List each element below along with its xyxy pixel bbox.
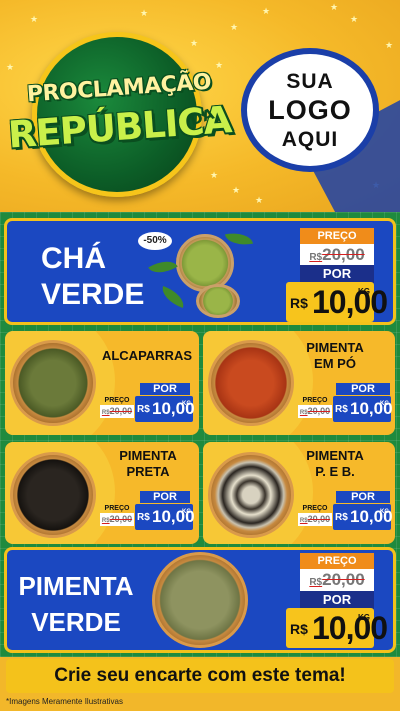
star-icon: ★ <box>230 22 239 32</box>
star-icon: ★ <box>255 195 264 205</box>
new-price: R$ 10,00 KG <box>286 608 388 648</box>
new-price: R$ 10,00 KG <box>333 396 393 422</box>
discount-badge: -50% <box>138 232 172 250</box>
product-name: PIMENTA EM PÓ <box>306 340 364 371</box>
product-name-line2: VERDE <box>31 607 121 637</box>
product-name-line2: VERDE <box>41 278 145 311</box>
old-price-value: 20,00 <box>307 514 331 524</box>
star-icon: ★ <box>210 170 219 180</box>
old-price: R$20,00 <box>300 569 374 591</box>
old-price: R$20,00 <box>100 405 134 418</box>
old-currency: R$ <box>309 577 323 588</box>
old-price: R$20,00 <box>100 513 134 526</box>
green-tea-bowl-image <box>176 234 234 292</box>
preco-label: PREÇO <box>300 553 374 569</box>
old-currency: R$ <box>101 518 110 524</box>
logo-placeholder[interactable]: SUA LOGO AQUI <box>241 48 379 172</box>
new-price-value: 10,00 <box>312 284 388 320</box>
header: ★ ★ ★ ★ ★ ★ ★ ★ ★ ★ ★ ★ ★ ★ PROCLAMAÇÃO … <box>0 0 400 215</box>
star-icon: ★ <box>6 62 15 72</box>
old-price: R$20,00 <box>298 405 332 418</box>
unit-label: KG <box>182 401 191 407</box>
product-name: PIMENTA PRETA <box>119 448 177 479</box>
por-label: POR <box>300 265 374 283</box>
logo-text-3: AQUI <box>281 127 339 151</box>
por-label: POR <box>300 591 374 609</box>
star-icon: ★ <box>385 40 394 50</box>
por-label: POR <box>140 491 190 503</box>
new-price: R$ 10,00 KG <box>135 504 195 530</box>
old-currency: R$ <box>101 410 110 416</box>
star-icon: ★ <box>140 8 149 18</box>
old-price: R$20,00 <box>300 244 374 266</box>
black-pepper-bowl-image <box>10 452 96 538</box>
unit-label: KG <box>358 287 370 296</box>
new-currency: R$ <box>290 621 308 637</box>
unit-label: KG <box>182 509 191 515</box>
unit-label: KG <box>380 401 389 407</box>
old-price-value: 20,00 <box>322 245 365 264</box>
disclaimer-text: *Imagens Meramente Ilustrativas <box>6 697 123 706</box>
chili-powder-bowl-image <box>208 340 294 426</box>
preco-label: PREÇO <box>300 228 374 244</box>
product-name: CHÁ VERDE <box>41 241 144 313</box>
star-icon: ★ <box>30 14 39 24</box>
new-price: R$ 10,00 KG <box>333 504 393 530</box>
old-currency: R$ <box>299 410 308 416</box>
unit-label: KG <box>358 613 370 622</box>
product-name-line1: PIMENTA <box>18 571 134 601</box>
logo-text-2: LOGO <box>268 94 352 125</box>
cta-banner[interactable]: Crie seu encarte com este tema! <box>6 659 394 693</box>
por-label: POR <box>140 383 190 395</box>
old-price-value: 20,00 <box>307 406 331 416</box>
product-name-line1: CHÁ <box>41 242 106 275</box>
green-tea-spoon-image <box>196 284 240 318</box>
new-currency: R$ <box>335 512 348 523</box>
por-label: POR <box>336 491 390 503</box>
new-currency: R$ <box>290 295 308 311</box>
mixed-pepper-bowl-image <box>208 452 294 538</box>
republic-emblem: PROCLAMAÇÃO REPÚBLICA DA <box>7 28 232 198</box>
old-price-value: 20,00 <box>109 514 133 524</box>
new-price-value: 10,00 <box>312 610 388 646</box>
new-currency: R$ <box>335 404 348 415</box>
por-label: POR <box>336 383 390 395</box>
star-icon: ★ <box>330 2 339 12</box>
old-currency: R$ <box>299 518 308 524</box>
old-price-value: 20,00 <box>322 570 365 589</box>
old-price: R$20,00 <box>298 513 332 526</box>
new-price: R$ 10,00 KG <box>135 396 195 422</box>
logo-text-1: SUA <box>286 69 334 93</box>
product-name: PIMENTA P. E B. <box>306 448 364 479</box>
star-icon: ★ <box>232 185 241 195</box>
new-currency: R$ <box>137 512 150 523</box>
product-name: PIMENTA VERDE <box>11 568 141 640</box>
capers-bowl-image <box>10 340 96 426</box>
old-price-value: 20,00 <box>109 406 133 416</box>
star-icon: ★ <box>262 6 271 16</box>
green-pepper-bowl-image <box>152 552 248 648</box>
new-price: R$ 10,00 KG <box>286 282 388 322</box>
star-icon: ★ <box>350 14 359 24</box>
product-name: ALCAPARRAS <box>101 348 193 363</box>
old-currency: R$ <box>309 252 323 263</box>
unit-label: KG <box>380 509 389 515</box>
new-currency: R$ <box>137 404 150 415</box>
